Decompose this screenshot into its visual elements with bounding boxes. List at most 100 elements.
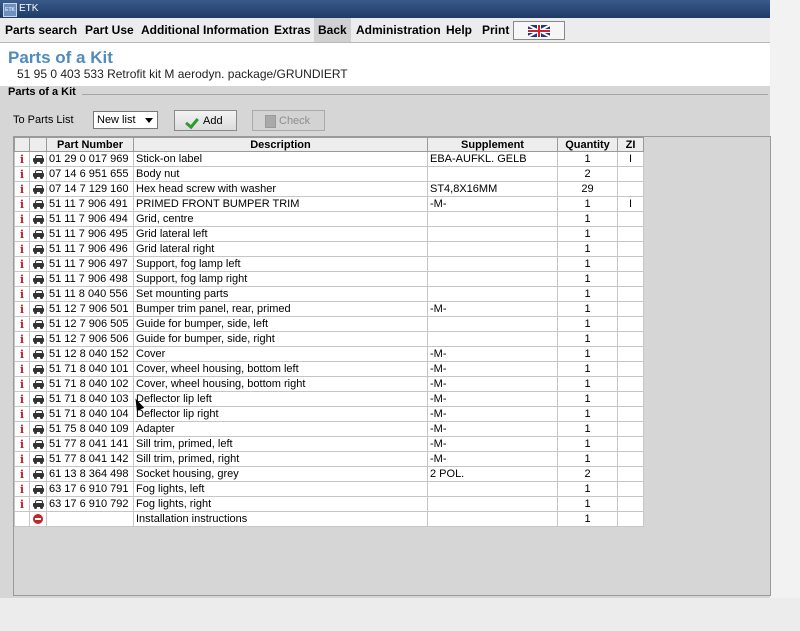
part-number-cell[interactable]: 07 14 7 129 160 [46, 181, 134, 197]
info-icon[interactable]: i [20, 258, 24, 271]
info-icon[interactable]: i [20, 243, 24, 256]
description-cell[interactable]: Bumper trim panel, rear, primed [133, 301, 428, 317]
description-cell[interactable]: Installation instructions [133, 511, 428, 527]
info-icon[interactable]: i [20, 153, 24, 166]
info-icon[interactable]: i [20, 288, 24, 301]
menu-extras[interactable]: Extras [270, 18, 315, 42]
table-row[interactable]: i 01 29 0 017 969 Stick-on label EBA-AUFKL.… [14, 151, 644, 167]
table-row[interactable]: i 51 71 8 040 103 Deflector lip left -M- 1 [14, 391, 644, 407]
table-row[interactable]: i 51 71 8 040 104 Deflector lip right -M- 1 [14, 406, 644, 422]
table-row[interactable]: i 51 77 8 041 142 Sill trim, primed, right… [14, 451, 644, 467]
description-cell[interactable]: Grid lateral left [133, 226, 428, 242]
info-cell[interactable]: i [14, 391, 30, 407]
table-row[interactable]: i 51 11 7 906 497 Support, fog lamp left 1 [14, 256, 644, 272]
info-icon[interactable]: i [20, 393, 24, 406]
table-row[interactable]: i 63 17 6 910 792 Fog lights, right 1 [14, 496, 644, 512]
menu-part-use[interactable]: Part Use [81, 18, 138, 42]
part-number-cell[interactable]: 51 12 7 906 506 [46, 331, 134, 347]
add-button[interactable]: Add [174, 110, 237, 131]
info-cell[interactable]: i [14, 496, 30, 512]
info-cell[interactable]: i [14, 331, 30, 347]
part-number-cell[interactable]: 51 11 7 906 498 [46, 271, 134, 287]
info-cell[interactable]: i [14, 211, 30, 227]
table-row[interactable]: i 63 17 6 910 791 Fog lights, left 1 [14, 481, 644, 497]
part-number-cell[interactable]: 51 75 8 040 109 [46, 421, 134, 437]
info-cell[interactable]: i [14, 481, 30, 497]
description-cell[interactable]: Fog lights, left [133, 481, 428, 497]
info-cell[interactable]: i [14, 226, 30, 242]
description-cell[interactable]: Sill trim, primed, left [133, 436, 428, 452]
info-icon[interactable]: i [20, 483, 24, 496]
parts-list-select[interactable]: New list [93, 111, 158, 129]
info-icon[interactable]: i [20, 228, 24, 241]
table-row[interactable]: i 51 11 7 906 496 Grid lateral right 1 [14, 241, 644, 257]
menu-additional-information[interactable]: Additional Information [137, 18, 273, 42]
table-row[interactable]: i 51 71 8 040 102 Cover, wheel housing, bo… [14, 376, 644, 392]
part-number-cell[interactable]: 51 71 8 040 104 [46, 406, 134, 422]
info-cell[interactable]: i [14, 466, 30, 482]
info-cell[interactable]: i [14, 376, 30, 392]
check-button[interactable]: Check [252, 110, 325, 131]
description-cell[interactable]: Set mounting parts [133, 286, 428, 302]
info-cell[interactable]: i [14, 256, 30, 272]
part-number-cell[interactable]: 51 11 7 906 495 [46, 226, 134, 242]
table-row[interactable]: i 51 12 7 906 506 Guide for bumper, side, … [14, 331, 644, 347]
part-number-cell[interactable]: 63 17 6 910 792 [46, 496, 134, 512]
description-cell[interactable]: Stick-on label [133, 151, 428, 167]
part-number-cell[interactable]: 51 11 7 906 491 [46, 196, 134, 212]
table-row[interactable]: i 61 13 8 364 498 Socket housing, grey 2 PO… [14, 466, 644, 482]
table-row[interactable]: i 51 11 7 906 491 PRIMED FRONT BUMPER TRIM… [14, 196, 644, 212]
info-cell[interactable]: i [14, 451, 30, 467]
info-cell[interactable]: i [14, 271, 30, 287]
part-number-cell[interactable]: 51 12 7 906 505 [46, 316, 134, 332]
description-cell[interactable]: Adapter [133, 421, 428, 437]
info-icon[interactable]: i [20, 273, 24, 286]
info-icon[interactable]: i [20, 498, 24, 511]
col-header-supplement[interactable]: Supplement [427, 137, 558, 152]
info-cell[interactable]: i [14, 151, 30, 167]
info-cell[interactable]: i [14, 361, 30, 377]
part-number-cell[interactable]: 51 12 8 040 152 [46, 346, 134, 362]
table-row[interactable]: i 51 12 7 906 501 Bumper trim panel, rear,… [14, 301, 644, 317]
description-cell[interactable]: Cover, wheel housing, bottom left [133, 361, 428, 377]
language-button[interactable] [513, 21, 565, 40]
description-cell[interactable]: Cover, wheel housing, bottom right [133, 376, 428, 392]
description-cell[interactable]: Grid, centre [133, 211, 428, 227]
info-icon[interactable]: i [20, 198, 24, 211]
table-row[interactable]: i 51 12 7 906 505 Guide for bumper, side, … [14, 316, 644, 332]
description-cell[interactable]: Grid lateral right [133, 241, 428, 257]
info-cell[interactable]: i [14, 406, 30, 422]
description-cell[interactable]: Support, fog lamp left [133, 256, 428, 272]
part-number-cell[interactable]: 01 29 0 017 969 [46, 151, 134, 167]
description-cell[interactable]: Socket housing, grey [133, 466, 428, 482]
info-icon[interactable]: i [20, 168, 24, 181]
description-cell[interactable]: Deflector lip left [133, 391, 428, 407]
description-cell[interactable]: Sill trim, primed, right [133, 451, 428, 467]
info-icon[interactable]: i [20, 348, 24, 361]
info-cell[interactable]: i [14, 286, 30, 302]
table-row[interactable]: i 51 71 8 040 101 Cover, wheel housing, bo… [14, 361, 644, 377]
part-number-cell[interactable]: 07 14 6 951 655 [46, 166, 134, 182]
info-icon[interactable]: i [20, 438, 24, 451]
table-row[interactable]: i 51 75 8 040 109 Adapter -M- 1 [14, 421, 644, 437]
info-icon[interactable]: i [20, 453, 24, 466]
info-cell[interactable]: i [14, 241, 30, 257]
part-number-cell[interactable]: 61 13 8 364 498 [46, 466, 134, 482]
col-header-zi[interactable]: ZI [617, 137, 644, 152]
info-icon[interactable]: i [20, 318, 24, 331]
part-number-cell[interactable]: 63 17 6 910 791 [46, 481, 134, 497]
description-cell[interactable]: Body nut [133, 166, 428, 182]
part-number-cell[interactable]: 51 77 8 041 141 [46, 436, 134, 452]
part-number-cell[interactable]: 51 12 7 906 501 [46, 301, 134, 317]
menu-parts-search[interactable]: Parts search [1, 18, 81, 42]
info-cell[interactable]: i [14, 346, 30, 362]
info-icon[interactable]: i [20, 213, 24, 226]
table-row[interactable]: i 07 14 6 951 655 Body nut 2 [14, 166, 644, 182]
info-icon[interactable]: i [20, 363, 24, 376]
info-cell[interactable]: i [14, 166, 30, 182]
info-cell[interactable]: i [14, 196, 30, 212]
info-icon[interactable]: i [20, 303, 24, 316]
info-cell[interactable]: i [14, 421, 30, 437]
table-row[interactable]: i 51 11 8 040 556 Set mounting parts 1 [14, 286, 644, 302]
info-cell[interactable]: i [14, 301, 30, 317]
